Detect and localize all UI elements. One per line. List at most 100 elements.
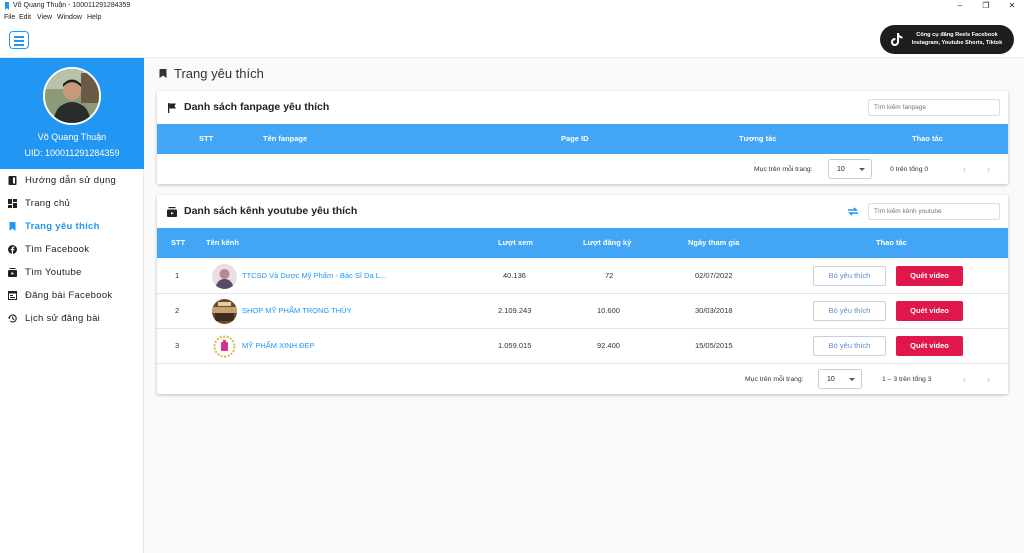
table-row: 1 TTCSD Và Dược Mỹ Phẩm - Bác Sĩ Da L...… <box>157 258 1008 294</box>
scan-video-button[interactable]: Quét video <box>896 266 963 286</box>
sidebar-item-favorites[interactable]: Trang yêu thích <box>0 216 144 238</box>
page-title: Trang yêu thích <box>174 66 264 81</box>
sidebar-item-home[interactable]: Trang chủ <box>0 193 144 215</box>
per-page-value: 10 <box>827 376 835 383</box>
profile-name: Võ Quang Thuận <box>37 132 107 142</box>
menu-help[interactable]: Help <box>87 13 101 22</box>
row-stt: 3 <box>175 341 180 350</box>
sidebar-item-post-facebook[interactable]: Đăng bài Facebook <box>0 285 144 307</box>
youtube-table-header: STT Tên kênh Lượt xem Lượt đăng ký Ngày … <box>157 228 1008 258</box>
profile-uid: UID: 100011291284359 <box>24 148 120 158</box>
profile-panel: Võ Quang Thuận UID: 100011291284359 <box>0 58 144 169</box>
fanpage-table-header: STT Tên fanpage Page ID Tương tác Thao t… <box>157 124 1008 154</box>
row-subscribers: 92.400 <box>597 341 620 350</box>
avatar <box>43 67 101 125</box>
unfavorite-button[interactable]: Bỏ yêu thích <box>813 336 886 356</box>
unfavorite-button[interactable]: Bỏ yêu thích <box>813 266 886 286</box>
maximize-button[interactable]: ❐ <box>976 0 996 12</box>
sidebar-item-label: Trang yêu thích <box>25 221 100 232</box>
sidebar-item-label: Trang chủ <box>25 198 71 209</box>
sidebar-item-label: Hướng dẫn sử dụng <box>25 175 117 186</box>
chevron-down-icon <box>849 378 855 381</box>
row-views: 2.109.243 <box>498 306 532 315</box>
menu-bar: File Edit View Window Help <box>0 12 1024 23</box>
channel-avatar-image <box>212 334 237 359</box>
channel-name-link[interactable]: SHOP MỸ PHẨM TRỌNG THÚY <box>242 306 352 316</box>
promo-line-1: Công cụ đăng Reels Facebook <box>916 32 998 38</box>
row-views: 1.059.015 <box>498 341 532 350</box>
sidebar-item-label: Đăng bài Facebook <box>25 290 113 301</box>
column-header-joined: Ngày tham gia <box>688 238 740 247</box>
fanpage-search-input[interactable] <box>868 99 1000 116</box>
sidebar-item-label: Tìm Facebook <box>25 244 90 255</box>
column-header-channel-name: Tên kênh <box>206 238 239 247</box>
table-row: 3 MỸ PHẨM XINH ĐẸP 1.059.015 92.400 15/0… <box>157 328 1008 364</box>
row-subscribers: 10.600 <box>597 306 620 315</box>
bookmark-icon <box>9 222 16 231</box>
column-header-interaction: Tương tác <box>739 134 777 143</box>
fanpage-card: Danh sách fanpage yêu thích STT Tên fanp… <box>157 91 1008 184</box>
next-page-button[interactable]: › <box>987 374 990 384</box>
column-header-views: Lượt xem <box>498 238 533 247</box>
close-button[interactable]: ✕ <box>1002 0 1022 12</box>
channel-name-link[interactable]: TTCSD Và Dược Mỹ Phẩm - Bác Sĩ Da L... <box>242 271 386 281</box>
sidebar-item-guide[interactable]: Hướng dẫn sử dụng <box>0 170 144 192</box>
bookmark-icon <box>159 69 167 78</box>
per-page-value: 10 <box>837 166 845 173</box>
sidebar-item-find-facebook[interactable]: Tìm Facebook <box>0 239 144 261</box>
per-page-label: Mục trên mỗi trang: <box>754 166 813 173</box>
minimize-button[interactable]: – <box>950 0 970 12</box>
chevron-down-icon <box>859 168 865 171</box>
unfavorite-button[interactable]: Bỏ yêu thích <box>813 301 886 321</box>
book-icon <box>8 176 17 185</box>
column-header-stt: STT <box>171 238 186 247</box>
promo-banner-button[interactable]: Công cụ đăng Reels Facebook Instagram, Y… <box>880 25 1014 54</box>
per-page-label: Mục trên mỗi trang: <box>745 376 804 383</box>
column-header-subscribers: Lượt đăng ký <box>583 238 632 247</box>
sidebar-item-label: Tìm Youtube <box>25 267 82 278</box>
menu-view[interactable]: View <box>37 13 52 22</box>
column-header-fanpage-name: Tên fanpage <box>263 134 308 143</box>
channel-name-link[interactable]: MỸ PHẨM XINH ĐẸP <box>242 341 315 351</box>
scan-video-button[interactable]: Quét video <box>896 301 963 321</box>
prev-page-button[interactable]: ‹ <box>963 164 966 174</box>
window-title: Võ Quang Thuận - 100011291284359 <box>13 2 131 9</box>
youtube-search-input[interactable] <box>868 203 1000 220</box>
menu-file[interactable]: File <box>4 13 15 22</box>
post-icon <box>8 291 17 300</box>
sidebar-item-find-youtube[interactable]: Tìm Youtube <box>0 262 144 284</box>
sidebar: Võ Quang Thuận UID: 100011291284359 Hướn… <box>0 58 144 553</box>
row-stt: 2 <box>175 306 180 315</box>
flag-icon <box>168 103 176 113</box>
menu-toggle-button[interactable] <box>9 31 29 49</box>
facebook-icon <box>8 245 17 254</box>
avatar-photo <box>45 69 99 123</box>
youtube-card: Danh sách kênh youtube yêu thích STT Tên… <box>157 195 1008 394</box>
table-row: 2 SHOP MỸ PHẨM TRỌNG THÚY 2.109.243 10.6… <box>157 293 1008 329</box>
next-page-button[interactable]: › <box>987 164 990 174</box>
column-header-actions: Thao tác <box>876 238 907 247</box>
menu-edit[interactable]: Edit <box>19 13 31 22</box>
youtube-per-page-select[interactable]: 10 <box>818 369 862 389</box>
channel-thumbnail <box>212 264 237 289</box>
column-header-stt: STT <box>199 134 214 143</box>
pagination-range: 0 trên tổng 0 <box>890 166 929 173</box>
row-subscribers: 72 <box>605 271 614 280</box>
row-joined: 02/07/2022 <box>695 271 733 280</box>
sidebar-item-post-history[interactable]: Lịch sử đăng bài <box>0 308 144 330</box>
tiktok-icon <box>891 33 903 46</box>
row-views: 40.136 <box>503 271 526 280</box>
sidebar-item-label: Lịch sử đăng bài <box>25 313 101 324</box>
scan-video-button[interactable]: Quét video <box>896 336 963 356</box>
column-header-actions: Thao tác <box>912 134 943 143</box>
menu-window[interactable]: Window <box>57 13 82 22</box>
prev-page-button[interactable]: ‹ <box>963 374 966 384</box>
youtube-card-title: Danh sách kênh youtube yêu thích <box>184 205 358 217</box>
app-logo-icon <box>5 2 9 10</box>
refresh-icon[interactable] <box>847 206 859 217</box>
fanpage-per-page-select[interactable]: 10 <box>828 159 872 179</box>
youtube-icon <box>8 268 17 277</box>
row-joined: 15/05/2015 <box>695 341 733 350</box>
channel-thumbnail <box>212 299 237 324</box>
pagination-range: 1 – 3 trên tổng 3 <box>882 376 932 383</box>
